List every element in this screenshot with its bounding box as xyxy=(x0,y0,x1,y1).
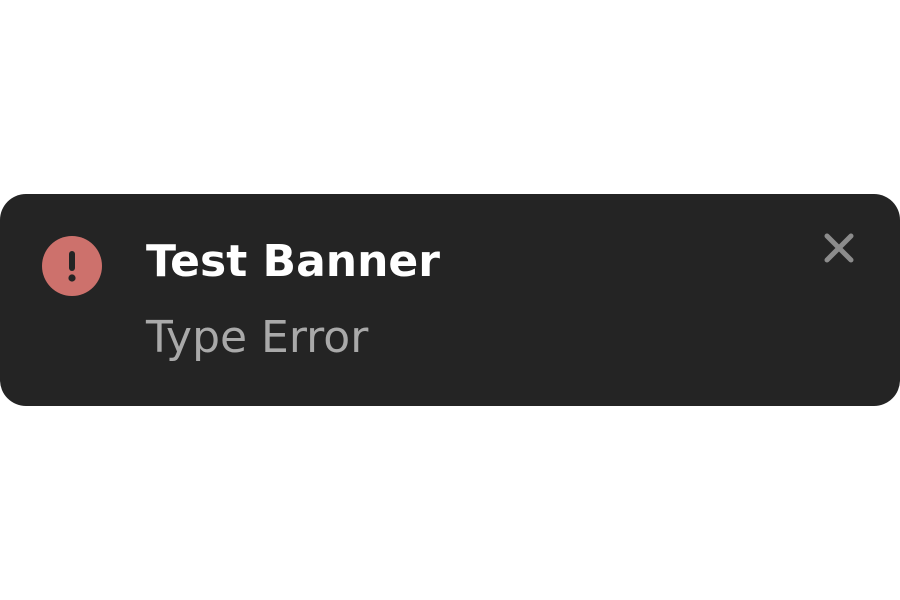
error-exclamation-icon xyxy=(42,236,102,296)
page: Test Banner Type Error xyxy=(0,0,900,600)
close-button[interactable] xyxy=(814,228,866,280)
banner-title: Test Banner xyxy=(146,236,440,287)
error-banner: Test Banner Type Error xyxy=(0,194,900,406)
close-icon xyxy=(824,233,854,263)
banner-subtitle: Type Error xyxy=(146,312,369,363)
